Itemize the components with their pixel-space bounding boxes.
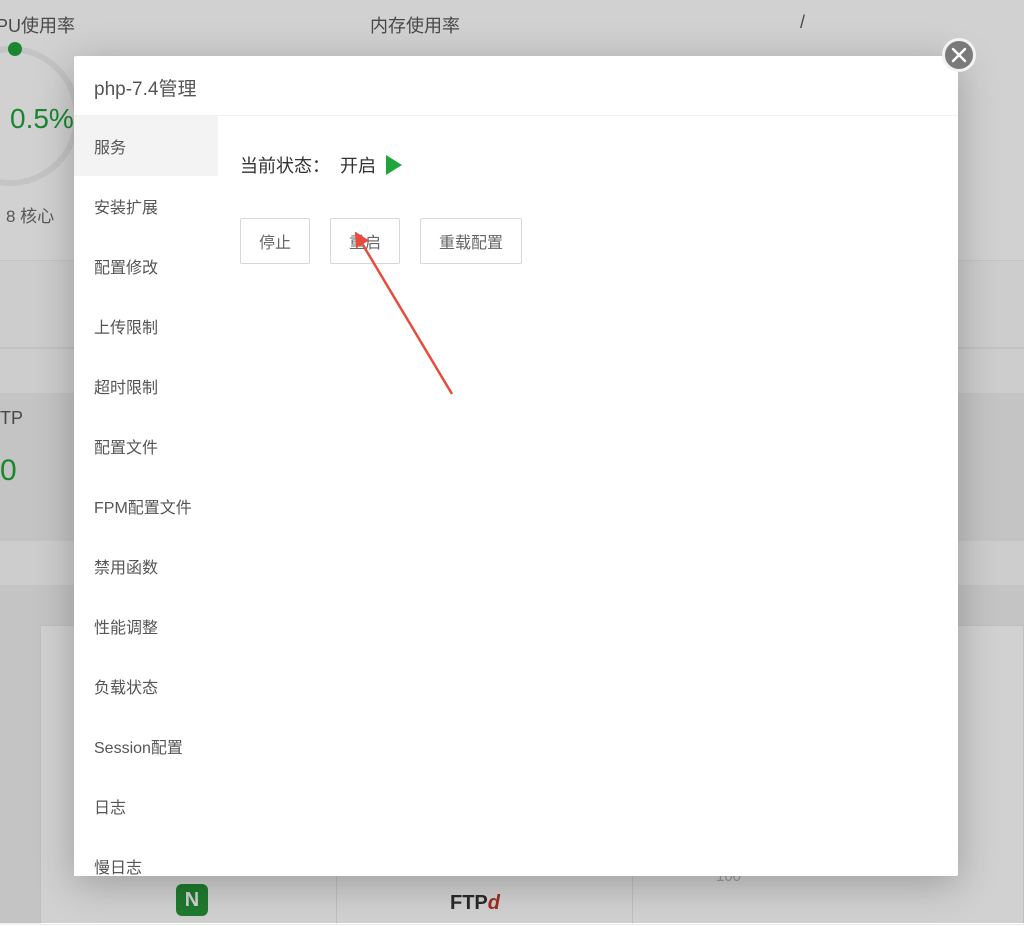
status-row: 当前状态： 开启 bbox=[240, 152, 958, 178]
sidebar-item-perf-tune[interactable]: 性能调整 bbox=[74, 596, 218, 656]
modal-title: php-7.4管理 bbox=[74, 56, 958, 116]
play-icon bbox=[386, 155, 402, 175]
close-button[interactable] bbox=[942, 38, 976, 72]
status-label: 当前状态： bbox=[240, 152, 330, 178]
php-manage-modal: php-7.4管理 服务 安装扩展 配置修改 上传限制 超时限制 配置文件 FP… bbox=[74, 56, 958, 876]
sidebar-item-load-status[interactable]: 负载状态 bbox=[74, 656, 218, 716]
sidebar-item-install-ext[interactable]: 安装扩展 bbox=[74, 176, 218, 236]
sidebar-item-session-config[interactable]: Session配置 bbox=[74, 716, 218, 776]
sidebar-item-log[interactable]: 日志 bbox=[74, 776, 218, 836]
close-icon bbox=[951, 47, 967, 63]
restart-button[interactable]: 重启 bbox=[330, 218, 400, 264]
stop-button[interactable]: 停止 bbox=[240, 218, 310, 264]
sidebar-item-config-modify[interactable]: 配置修改 bbox=[74, 236, 218, 296]
sidebar-item-fpm-config[interactable]: FPM配置文件 bbox=[74, 476, 218, 536]
sidebar-item-timeout-limit[interactable]: 超时限制 bbox=[74, 356, 218, 416]
sidebar-item-disabled-fn[interactable]: 禁用函数 bbox=[74, 536, 218, 596]
modal-sidebar: 服务 安装扩展 配置修改 上传限制 超时限制 配置文件 FPM配置文件 禁用函数… bbox=[74, 116, 218, 876]
status-value: 开启 bbox=[340, 152, 376, 178]
reload-config-button[interactable]: 重载配置 bbox=[420, 218, 522, 264]
sidebar-item-service[interactable]: 服务 bbox=[74, 116, 218, 176]
sidebar-item-upload-limit[interactable]: 上传限制 bbox=[74, 296, 218, 356]
sidebar-item-config-file[interactable]: 配置文件 bbox=[74, 416, 218, 476]
sidebar-item-slowlog[interactable]: 慢日志 bbox=[74, 836, 218, 876]
